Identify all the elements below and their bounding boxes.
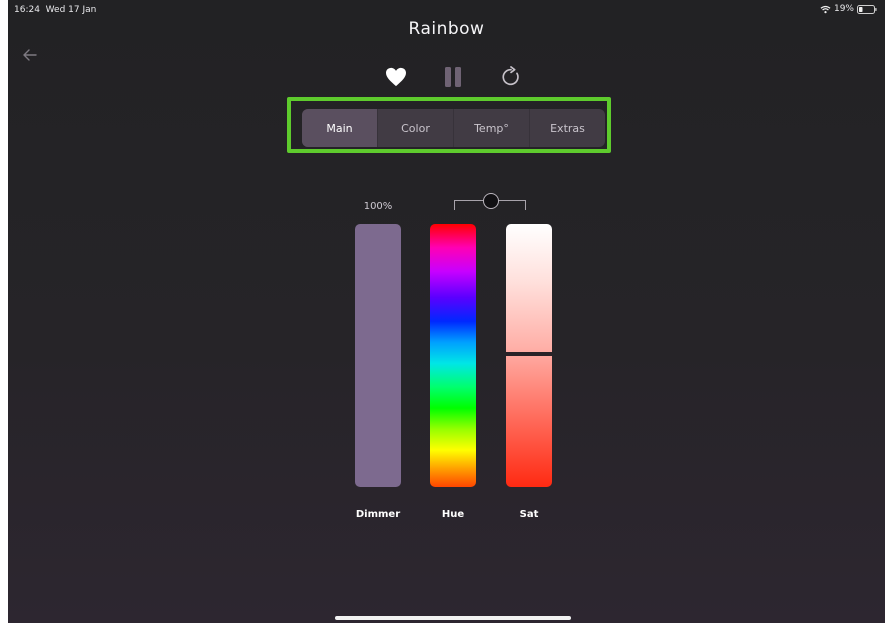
reload-button[interactable] [498, 64, 524, 90]
status-bar: 16:24 Wed 17 Jan 19% [8, 0, 885, 20]
tab-bar: Main Color Temp° Extras [302, 109, 605, 147]
page-title: Rainbow [408, 19, 485, 39]
saturation-slider-handle[interactable] [506, 352, 552, 356]
link-toggle-knob[interactable] [483, 193, 499, 209]
dimmer-slider[interactable] [355, 224, 401, 487]
app-screen: 16:24 Wed 17 Jan 19% Rainbow Main Color … [8, 0, 885, 623]
favorite-button[interactable] [383, 64, 409, 90]
home-indicator[interactable] [335, 616, 571, 620]
back-arrow-icon[interactable] [22, 48, 38, 62]
battery-icon [857, 4, 877, 14]
tab-extras[interactable]: Extras [529, 109, 605, 147]
dimmer-label: Dimmer [355, 509, 401, 520]
status-indicators: 19% [820, 4, 877, 14]
tab-temp[interactable]: Temp° [453, 109, 529, 147]
playback-controls [8, 64, 885, 90]
status-time: 16:24 Wed 17 Jan [14, 5, 96, 15]
hue-label: Hue [441, 509, 465, 520]
status-date: Wed 17 Jan [45, 5, 97, 15]
tab-main[interactable]: Main [302, 109, 377, 147]
tab-color[interactable]: Color [377, 109, 453, 147]
battery-percent: 19% [833, 4, 854, 14]
status-clock: 16:24 [14, 5, 40, 15]
wifi-icon [820, 5, 831, 13]
pause-icon [445, 67, 461, 87]
pause-button[interactable] [440, 64, 466, 90]
saturation-label: Sat [519, 509, 539, 520]
hue-slider[interactable] [430, 224, 476, 487]
dimmer-value: 100% [363, 201, 393, 212]
reload-icon [502, 66, 519, 86]
heart-icon [386, 67, 406, 87]
